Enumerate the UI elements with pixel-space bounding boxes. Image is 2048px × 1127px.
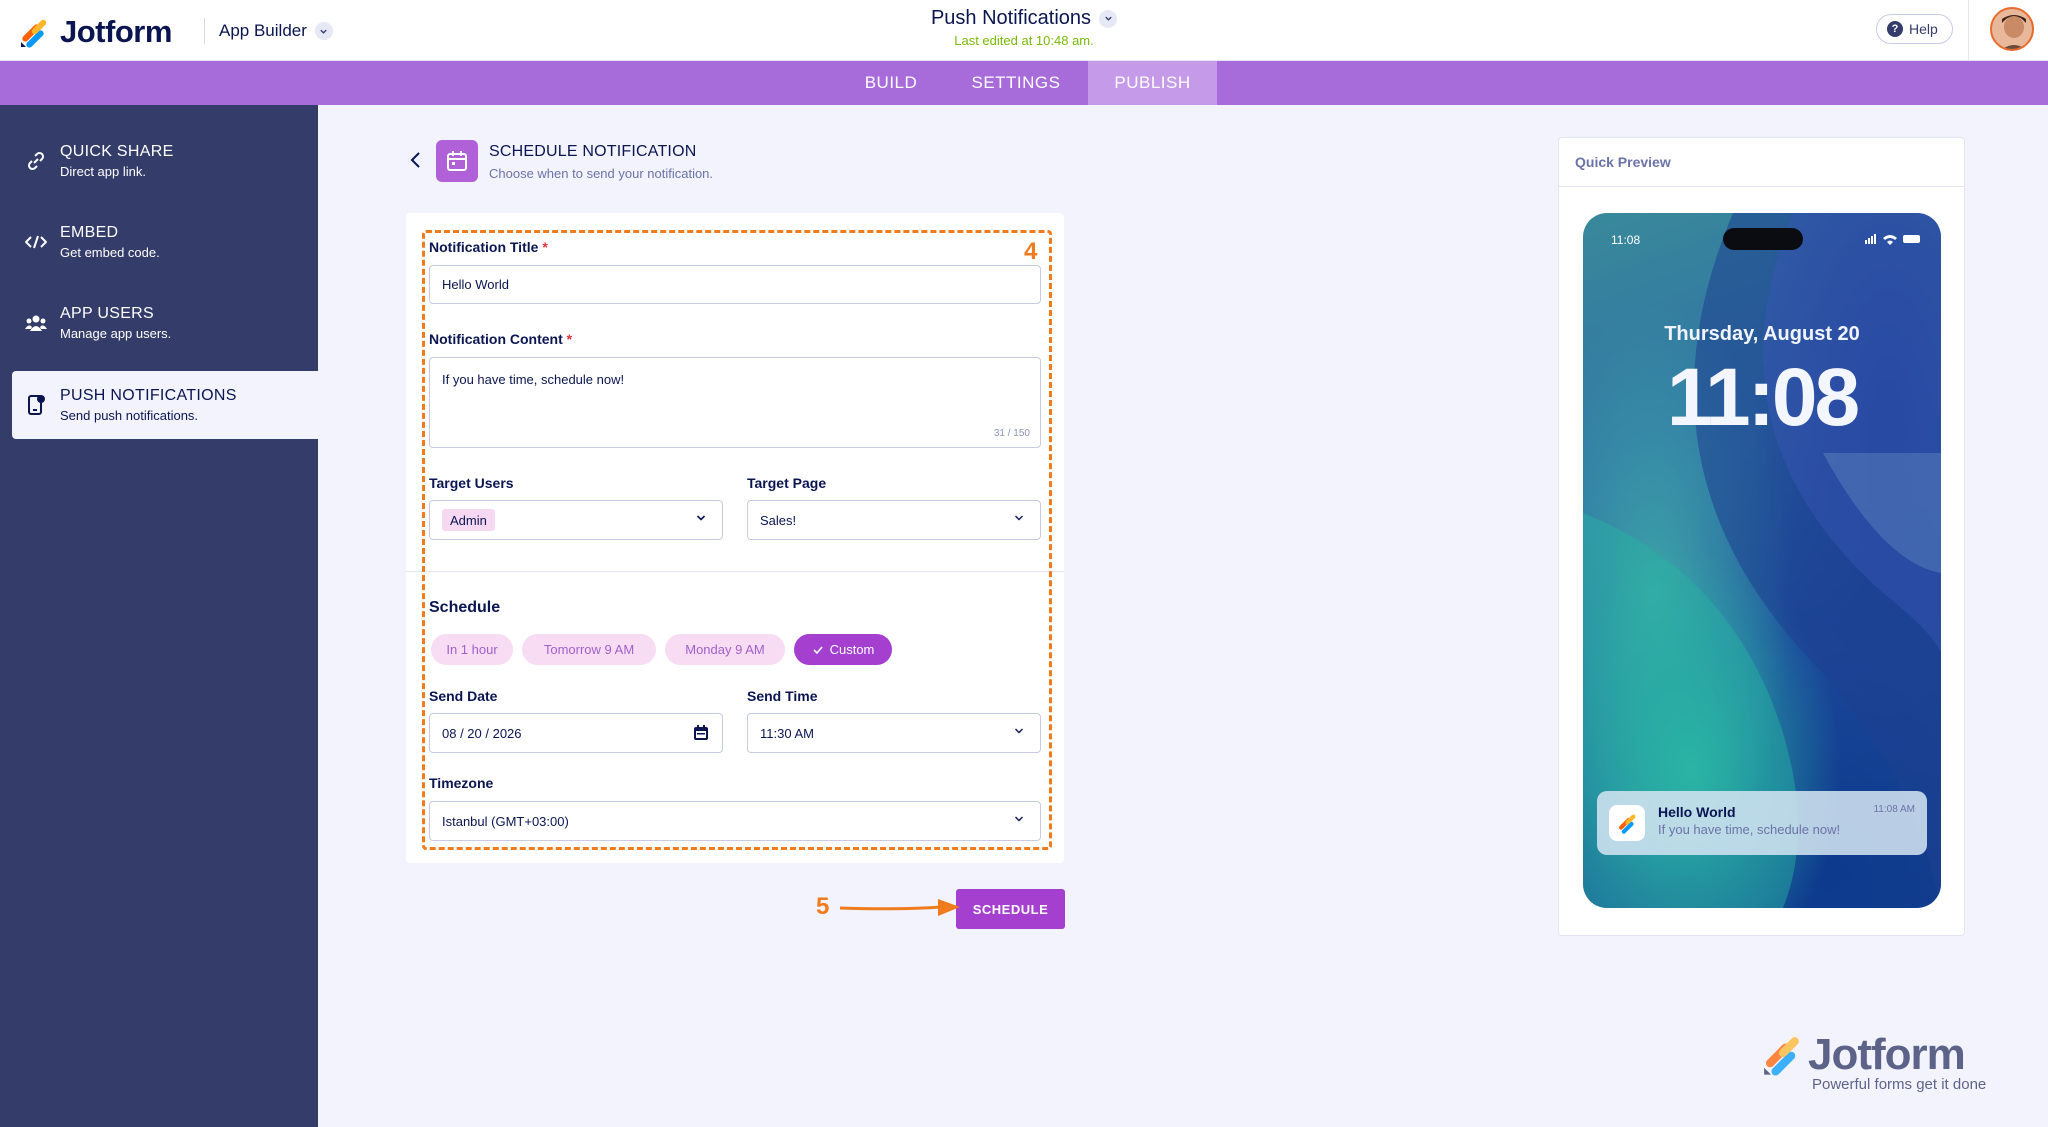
calendar-icon xyxy=(436,140,478,182)
notification-title-input[interactable]: Hello World xyxy=(429,265,1041,304)
send-date-label: Send Date xyxy=(429,688,498,704)
lockscreen-date: Thursday, August 20 xyxy=(1664,323,1860,345)
chevron-down-icon xyxy=(1015,816,1023,822)
sidebar-item-embed[interactable]: EMBED Get embed code. xyxy=(12,208,318,276)
schedule-option-tomorrow[interactable]: Tomorrow 9 AM xyxy=(522,634,656,665)
label-text: Notification Content xyxy=(429,331,563,347)
notification-preview-time: 11:08 AM xyxy=(1873,804,1915,815)
sidebar-item-subtitle: Get embed code. xyxy=(60,245,160,260)
label-text: Notification Title xyxy=(429,239,539,255)
sidebar-item-title: APP USERS xyxy=(60,305,154,322)
notification-content-textarea[interactable]: If you have time, schedule now! 31 / 150 xyxy=(429,357,1041,448)
schedule-option-monday[interactable]: Monday 9 AM xyxy=(665,634,785,665)
notification-preview-title: Hello World xyxy=(1658,804,1736,820)
notification-preview-body: If you have time, schedule now! xyxy=(1658,822,1841,837)
status-bar-time: 11:08 xyxy=(1611,233,1641,247)
schedule-option-in-1-hour[interactable]: In 1 hour xyxy=(431,634,513,665)
notification-title-value: Hello World xyxy=(442,277,509,292)
tab-settings[interactable]: SETTINGS xyxy=(957,61,1075,105)
sidebar-item-title: PUSH NOTIFICATIONS xyxy=(60,387,237,404)
notification-preview-card: Hello World If you have time, schedule n… xyxy=(1597,791,1927,855)
form-section-divider xyxy=(406,571,1064,572)
status-bar-icons xyxy=(1865,234,1920,245)
top-header: Jotform App Builder Push Notifications L… xyxy=(0,0,2048,61)
timezone-value: Istanbul (GMT+03:00) xyxy=(442,813,569,829)
link-icon xyxy=(24,149,48,173)
target-users-select[interactable]: Admin xyxy=(429,500,723,540)
notification-content-value: If you have time, schedule now! xyxy=(442,372,625,387)
help-button[interactable]: ? Help xyxy=(1876,14,1953,44)
sidebar-item-title: EMBED xyxy=(60,224,119,241)
chevron-down-icon xyxy=(696,515,706,521)
app-title[interactable]: Push Notifications xyxy=(931,7,1091,30)
sidebar-item-subtitle: Send push notifications. xyxy=(60,408,199,423)
header-divider-right xyxy=(1968,0,1969,61)
help-label: Help xyxy=(1909,21,1938,37)
send-time-value: 11:30 AM xyxy=(760,725,814,741)
checkmark-icon xyxy=(813,645,823,654)
sidebar-item-quick-share[interactable]: QUICK SHARE Direct app link. xyxy=(12,127,318,195)
app-title-block: Push Notifications Last edited at 10:48 … xyxy=(0,7,2048,48)
phone-lockscreen-preview: 11:08 Thursday, August 20 11:08 Hello Wo… xyxy=(1583,213,1941,908)
sidebar-item-push-notifications[interactable]: PUSH NOTIFICATIONS Send push notificatio… xyxy=(12,371,318,439)
send-time-label: Send Time xyxy=(747,688,818,704)
users-icon xyxy=(24,311,48,335)
notification-title-label: Notification Title * xyxy=(429,239,548,255)
annotation-arrow-icon xyxy=(839,899,960,916)
sidebar-item-title: QUICK SHARE xyxy=(60,143,174,160)
send-date-input[interactable]: 08 / 20 / 2026 xyxy=(429,713,723,753)
phone-notification-icon xyxy=(24,393,48,417)
jotform-watermark-logo-icon xyxy=(1764,1037,1799,1076)
last-edited-status: Last edited at 10:48 am. xyxy=(954,33,1094,48)
schedule-notification-subtitle: Choose when to send your notification. xyxy=(489,166,714,181)
publish-sidebar: QUICK SHARE Direct app link. EMBED Get e… xyxy=(0,105,318,1127)
timezone-select[interactable]: Istanbul (GMT+03:00) xyxy=(429,801,1041,841)
chevron-down-icon xyxy=(1015,728,1023,734)
schedule-notification-title: SCHEDULE NOTIFICATION xyxy=(489,143,697,160)
target-users-label: Target Users xyxy=(429,475,514,491)
chevron-down-icon[interactable] xyxy=(1099,9,1118,28)
avatar[interactable] xyxy=(1990,7,2034,51)
timezone-label: Timezone xyxy=(429,775,494,791)
tab-build[interactable]: BUILD xyxy=(847,61,935,105)
chevron-down-icon xyxy=(1015,515,1023,521)
schedule-section-label: Schedule xyxy=(429,599,501,616)
notification-content-label: Notification Content * xyxy=(429,331,572,347)
schedule-option-custom[interactable]: Custom xyxy=(794,634,892,665)
code-icon xyxy=(24,230,48,254)
send-time-select[interactable]: 11:30 AM xyxy=(747,713,1041,753)
character-counter: 31 / 150 xyxy=(993,428,1030,439)
jotform-watermark: Jotform Powerful forms get it done xyxy=(1760,1030,2000,1093)
custom-option-label: Custom xyxy=(829,642,875,657)
watermark-tagline: Powerful forms get it done xyxy=(1812,1076,1987,1093)
main-tab-bar: BUILD SETTINGS PUBLISH xyxy=(0,61,2048,105)
selected-user-tag[interactable]: Admin xyxy=(442,509,495,531)
calendar-icon[interactable] xyxy=(692,724,710,742)
schedule-button[interactable]: SCHEDULE xyxy=(956,889,1065,929)
back-arrow-icon[interactable] xyxy=(406,150,426,170)
sidebar-item-subtitle: Direct app link. xyxy=(60,164,146,179)
lockscreen-clock: 11:08 xyxy=(1666,352,1860,443)
jotform-app-icon xyxy=(1609,805,1645,841)
required-mark: * xyxy=(542,239,548,255)
sidebar-item-app-users[interactable]: APP USERS Manage app users. xyxy=(12,289,318,357)
dynamic-island xyxy=(1723,228,1803,250)
send-date-value: 08 / 20 / 2026 xyxy=(442,725,522,741)
question-icon: ? xyxy=(1887,21,1903,37)
sidebar-item-subtitle: Manage app users. xyxy=(60,326,172,341)
annotation-step-5: 5 xyxy=(816,893,830,920)
target-page-label: Target Page xyxy=(747,475,827,491)
target-page-value: Sales! xyxy=(760,512,797,528)
tab-publish[interactable]: PUBLISH xyxy=(1088,61,1217,105)
annotation-step-4: 4 xyxy=(1024,238,1038,265)
required-mark: * xyxy=(566,331,573,347)
watermark-word: Jotform xyxy=(1808,1030,1966,1079)
target-page-select[interactable]: Sales! xyxy=(747,500,1041,540)
quick-preview-heading: Quick Preview xyxy=(1558,137,1965,187)
